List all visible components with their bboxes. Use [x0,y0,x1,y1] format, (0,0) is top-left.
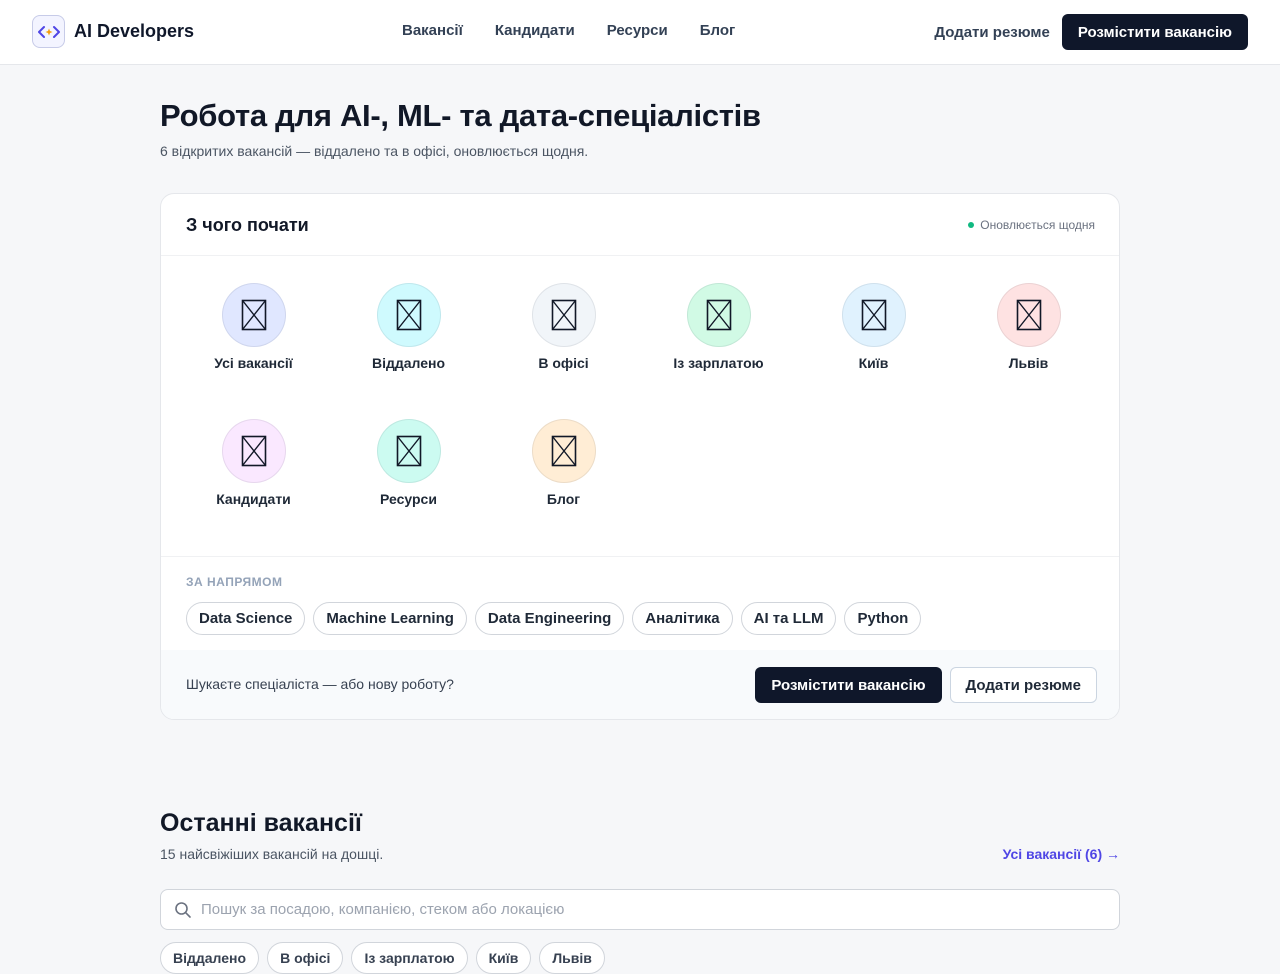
search-icon [174,901,192,919]
tile-label: Усі вакансії [214,355,293,371]
filter-office[interactable]: В офісі [267,942,344,974]
status-dot-icon [968,222,975,228]
direction-section: ЗА НАПРЯМОМ Data Science Machine Learnin… [161,556,1119,650]
direction-heading: ЗА НАПРЯМОМ [186,575,283,589]
top-navbar: AI Developers Вакансії Кандидати Ресурси… [0,0,1280,65]
tile-with-salary[interactable]: Із зарплатою [641,283,796,393]
image-placeholder-icon [531,283,596,347]
nav-resources[interactable]: Ресурси [607,22,668,39]
page-subtitle: 6 відкритих вакансій — віддалено та в оф… [160,143,589,159]
tile-label: Із зарплатою [673,355,764,371]
tile-label: Ресурси [380,491,437,507]
tile-label: Київ [858,355,889,371]
chip-data-engineering[interactable]: Data Engineering [474,602,625,635]
tile-remote[interactable]: Віддалено [331,283,486,393]
nav-vacancies[interactable]: Вакансії [402,22,463,39]
brand-name: AI Developers [74,21,195,41]
start-card-title: З чого почати [186,215,309,235]
tile-blog[interactable]: Блог [486,419,641,529]
post-job-button[interactable]: Розмістити вакансію [1061,14,1248,50]
chip-python[interactable]: Python [844,602,922,635]
chip-machine-learning[interactable]: Machine Learning [313,602,467,635]
job-search-input[interactable] [201,901,1119,918]
filter-kyiv[interactable]: Київ [475,942,532,974]
direction-chips: Data Science Machine Learning Data Engin… [186,602,922,635]
code-brackets-icon [32,15,65,48]
recent-jobs-subtitle: 15 найсвіжіших вакансій на дошці. [160,846,384,862]
cta-bar: Шукаєте спеціаліста — або нову роботу? Р… [161,650,1119,719]
tile-label: Віддалено [371,355,446,371]
image-placeholder-icon [996,283,1061,347]
recent-jobs-title: Останні вакансії [160,809,362,837]
update-status: Оновлюється щодня [968,218,1095,232]
page-title: Робота для AI-, ML- та дата-спеціалістів [160,98,761,133]
cta-actions: Розмістити вакансію Додати резюме [755,667,1097,703]
main-nav: Вакансії Кандидати Ресурси Блог [402,22,735,39]
job-filters: Віддалено В офісі Із зарплатою Київ Льві… [160,942,605,974]
tile-kyiv[interactable]: Київ [796,283,951,393]
brand-logo[interactable]: AI Developers [32,15,194,48]
filter-remote[interactable]: Віддалено [160,942,260,974]
tile-label: Блог [546,491,581,507]
image-placeholder-icon [841,283,906,347]
tile-lviv[interactable]: Львів [951,283,1106,393]
start-card: З чого почати Оновлюється щодня Усі вака… [160,193,1120,720]
start-card-header: З чого почати Оновлюється щодня [161,194,1119,256]
image-placeholder-icon [376,283,441,347]
filter-with-salary[interactable]: Із зарплатою [351,942,468,974]
tile-office[interactable]: В офісі [486,283,641,393]
tile-all-vacancies[interactable]: Усі вакансії [176,283,331,393]
chip-data-science[interactable]: Data Science [186,602,306,635]
chip-ai-llm[interactable]: AI та LLM [740,602,837,635]
all-jobs-link[interactable]: Усі вакансії (6) → [1003,846,1120,862]
cta-post-job-button[interactable]: Розмістити вакансію [755,667,942,703]
image-placeholder-icon [686,283,751,347]
tile-candidates[interactable]: Кандидати [176,419,331,529]
tile-resources[interactable]: Ресурси [331,419,486,529]
tile-label: В офісі [538,355,589,371]
nav-candidates[interactable]: Кандидати [495,22,575,39]
job-search [160,889,1120,930]
add-resume-link[interactable]: Додати резюме [934,24,1049,41]
cta-text: Шукаєте спеціаліста — або нову роботу? [186,676,454,692]
image-placeholder-icon [221,283,286,347]
nav-blog[interactable]: Блог [700,22,736,39]
image-placeholder-icon [221,419,286,483]
image-placeholder-icon [376,419,441,483]
update-status-label: Оновлюється щодня [980,218,1095,232]
tile-label: Львів [1008,355,1049,371]
chip-analytics[interactable]: Аналітика [632,602,733,635]
header-actions: Додати резюме Розмістити вакансію [934,14,1248,50]
image-placeholder-icon [531,419,596,483]
tile-label: Кандидати [216,491,291,507]
cta-add-resume-button[interactable]: Додати резюме [949,667,1097,703]
filter-lviv[interactable]: Львів [539,942,605,974]
